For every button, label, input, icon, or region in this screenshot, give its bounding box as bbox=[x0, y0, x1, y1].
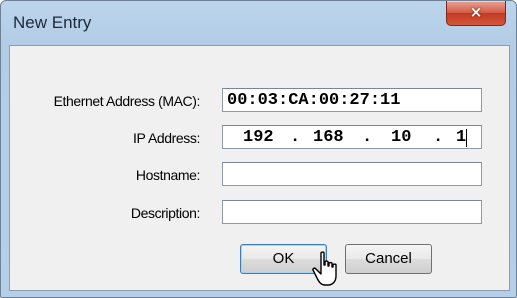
ip-octet-2[interactable]: 168 bbox=[313, 128, 344, 147]
new-entry-dialog: New Entry × Ethernet Address (MAC): 00:0… bbox=[0, 0, 517, 298]
ip-separator-3: . bbox=[433, 128, 444, 147]
close-icon: × bbox=[469, 3, 483, 21]
ip-octet-1[interactable]: 192 bbox=[243, 128, 274, 147]
description-field[interactable] bbox=[222, 200, 482, 224]
ip-octet-3[interactable]: 10 bbox=[391, 128, 411, 147]
ip-separator-1: . bbox=[290, 128, 301, 147]
mac-label: Ethernet Address (MAC): bbox=[53, 93, 201, 109]
dialog-body: Ethernet Address (MAC): 00:03:CA:00:27:1… bbox=[9, 45, 510, 291]
ip-address-field[interactable]: 192 . 168 . 10 . 1 bbox=[222, 125, 482, 149]
mac-address-field[interactable]: 00:03:CA:00:27:11 bbox=[222, 88, 482, 112]
mac-address-value: 00:03:CA:00:27:11 bbox=[227, 91, 401, 110]
hand-pointer-icon bbox=[312, 251, 337, 286]
cancel-button[interactable]: Cancel bbox=[345, 244, 432, 274]
close-button[interactable]: × bbox=[446, 1, 506, 26]
window-title: New Entry bbox=[13, 13, 92, 32]
ip-separator-2: . bbox=[362, 128, 373, 147]
hostname-label: Hostname: bbox=[135, 167, 201, 183]
description-label: Description: bbox=[130, 205, 201, 221]
text-caret bbox=[466, 129, 467, 147]
hostname-field[interactable] bbox=[222, 162, 482, 186]
ip-label: IP Address: bbox=[133, 130, 200, 146]
title-bar[interactable]: New Entry × bbox=[1, 1, 516, 45]
ip-octet-4[interactable]: 1 bbox=[456, 128, 466, 147]
